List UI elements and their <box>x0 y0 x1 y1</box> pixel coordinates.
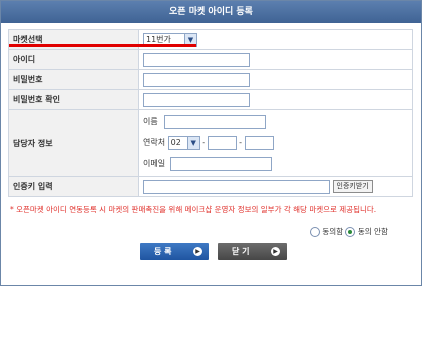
password-input[interactable] <box>143 72 250 87</box>
id-input[interactable] <box>143 52 250 67</box>
disagree-label: 동의 안함 <box>357 227 388 236</box>
market-select-value: 11번가 <box>146 34 171 44</box>
disagree-radio[interactable] <box>345 227 356 237</box>
password-label: 비밀번호 <box>8 69 139 90</box>
get-auth-key-button[interactable]: 인증키받기 <box>332 180 373 193</box>
dialog-title: 오픈 마켓 아이디 등록 <box>1 1 421 23</box>
agree-label: 동의함 <box>322 227 344 236</box>
auth-key-label: 인증키 입력 <box>8 176 139 197</box>
phone-separator: - <box>239 138 243 147</box>
manager-email-label: 이메일 <box>143 159 166 168</box>
form-row-id: 아이디 <box>8 49 413 70</box>
register-button[interactable]: 등 록 ▶ <box>140 243 209 260</box>
phone-separator: - <box>202 138 206 147</box>
notice-text: * 오픈마켓 아이디 연동등록 시 마켓의 판매촉진을 위해 메이크샵 운영자 … <box>10 205 377 214</box>
manager-email-input[interactable] <box>169 157 272 171</box>
phone-prefix-select[interactable]: 02 ▼ <box>167 136 200 150</box>
manager-name-label: 이름 <box>143 117 158 126</box>
highlight-underline <box>9 44 196 47</box>
register-button-label: 등 록 <box>154 247 172 256</box>
manager-phone-label: 연락처 <box>143 138 166 147</box>
registration-form: 마켓선택 11번가 ▼ 아이디 비밀번호 비밀번호 확인 담당자 정보 이름 연… <box>8 29 413 197</box>
id-label: 아이디 <box>8 49 139 70</box>
arrow-right-icon: ▶ <box>271 247 280 256</box>
manager-label: 담당자 정보 <box>8 109 139 177</box>
arrow-right-icon: ▶ <box>193 247 202 256</box>
password-confirm-label: 비밀번호 확인 <box>8 89 139 110</box>
consent-options: 동의함 동의 안함 <box>310 226 388 237</box>
form-row-manager: 담당자 정보 이름 연락처 02 ▼ - - 이메일 <box>8 109 413 177</box>
password-confirm-input[interactable] <box>143 92 250 107</box>
agree-radio[interactable] <box>310 227 320 237</box>
form-row-auth-key: 인증키 입력 인증키받기 <box>8 176 413 197</box>
phone-prefix-value: 02 <box>170 138 181 147</box>
phone-middle-input[interactable] <box>207 136 237 150</box>
close-button-label: 닫 기 <box>232 247 250 256</box>
form-row-password: 비밀번호 <box>8 69 413 90</box>
chevron-down-icon: ▼ <box>186 137 199 149</box>
close-button[interactable]: 닫 기 ▶ <box>218 243 287 260</box>
phone-last-input[interactable] <box>244 136 274 150</box>
auth-key-input[interactable] <box>143 179 330 194</box>
manager-name-input[interactable] <box>164 115 267 129</box>
form-row-password-confirm: 비밀번호 확인 <box>8 89 413 110</box>
